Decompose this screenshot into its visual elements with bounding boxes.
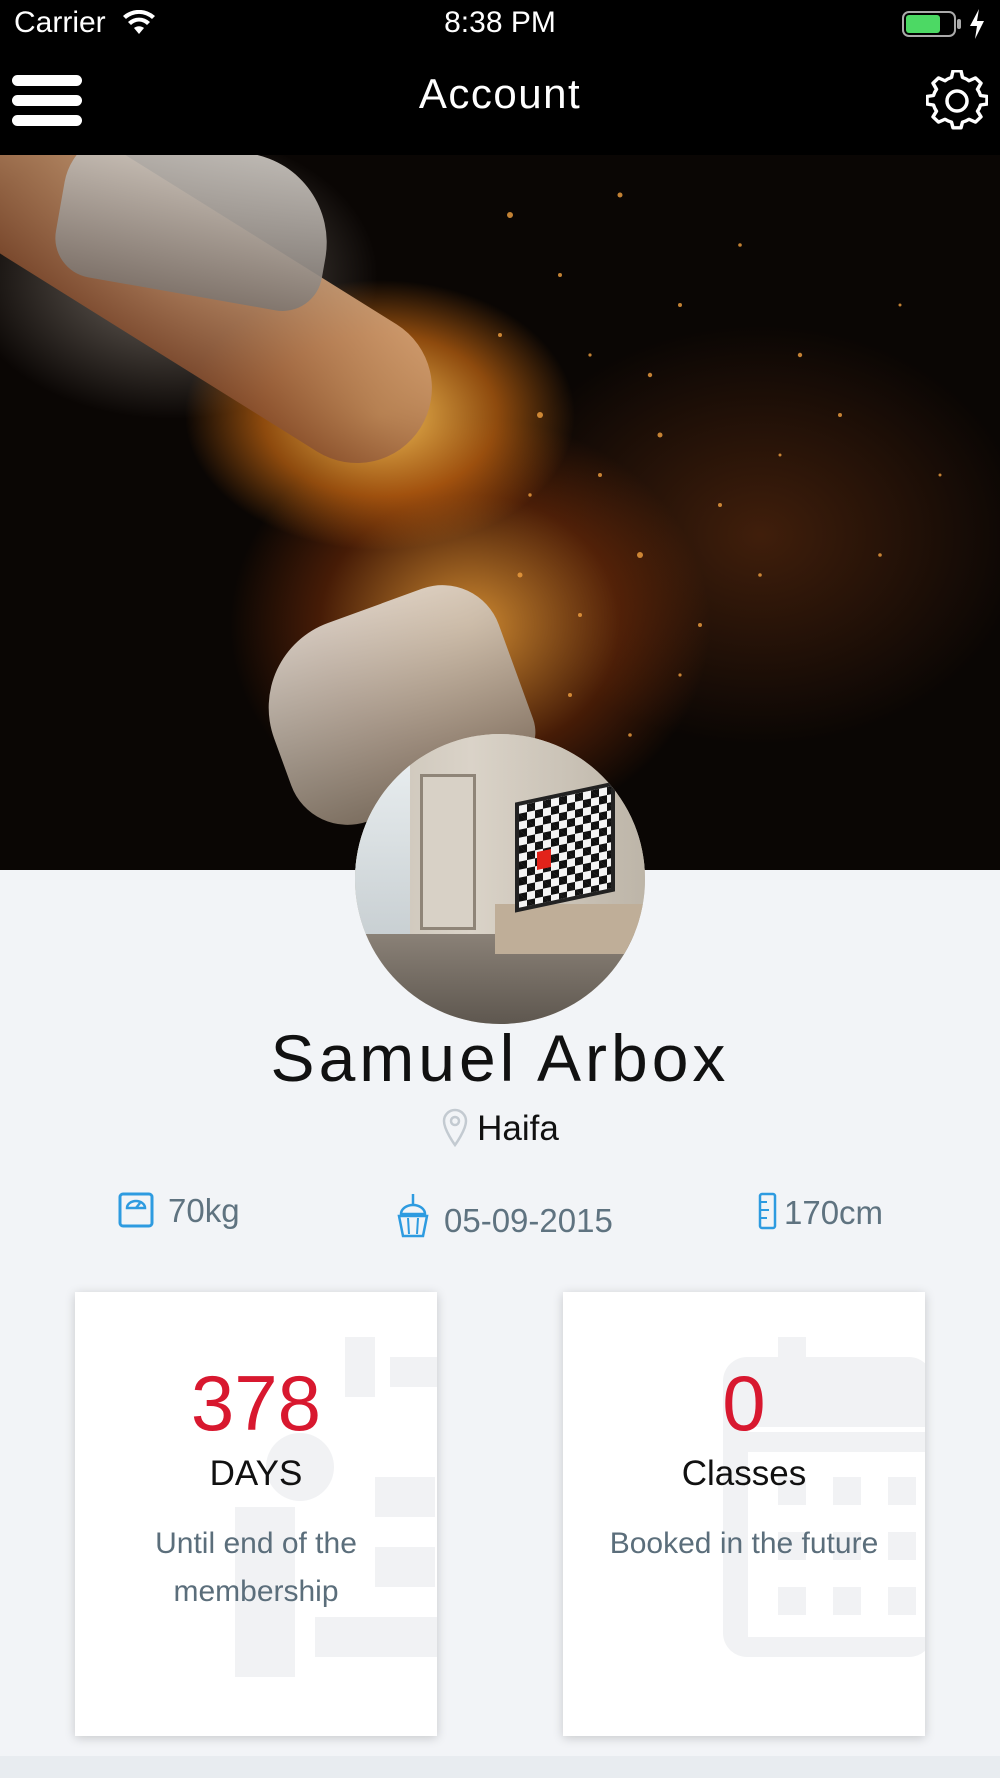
charging-bolt-icon <box>970 9 984 39</box>
birthday-cake-icon <box>397 1194 429 1238</box>
booked-classes-unit: Classes <box>681 1454 807 1493</box>
ruler-icon <box>758 1192 777 1230</box>
stat-weight: 70kg <box>118 1192 240 1242</box>
bottom-strip <box>0 1756 1000 1778</box>
profile-location: Haifa <box>0 1108 1000 1149</box>
avatar-tv <box>515 781 615 913</box>
battery-icon <box>902 11 961 37</box>
profile-name: Samuel Arbox <box>270 1021 730 1095</box>
nav-bar: Account <box>0 50 1000 155</box>
page-title: Account <box>418 70 582 117</box>
weight-value: 70kg <box>168 1192 240 1229</box>
booked-classes-card[interactable]: 0 Classes Booked in the future <box>563 1292 925 1736</box>
location-pin-icon <box>442 1108 468 1148</box>
clock: 8:38 PM <box>444 6 556 39</box>
height-value: 170cm <box>784 1194 884 1231</box>
location-label: Haifa <box>477 1109 559 1148</box>
status-bar: Carrier 8:38 PM <box>0 0 1000 50</box>
birthdate-value: 05-09-2015 <box>444 1202 613 1239</box>
booked-classes-description: Booked in the future <box>609 1527 879 1560</box>
profile-avatar[interactable] <box>355 734 645 1024</box>
membership-days-value: 378 <box>190 1359 322 1447</box>
membership-days-unit: DAYS <box>209 1454 303 1493</box>
gear-icon[interactable] <box>926 70 988 132</box>
stat-height: 170cm <box>758 1192 883 1242</box>
booked-classes-value: 0 <box>722 1359 766 1447</box>
membership-days-card[interactable]: 378 DAYS Until end of the membership <box>75 1292 437 1736</box>
stat-birthdate: 05-09-2015 <box>396 1192 613 1242</box>
scale-icon <box>118 1192 154 1228</box>
membership-days-description: Until end of the membership <box>155 1527 357 1608</box>
